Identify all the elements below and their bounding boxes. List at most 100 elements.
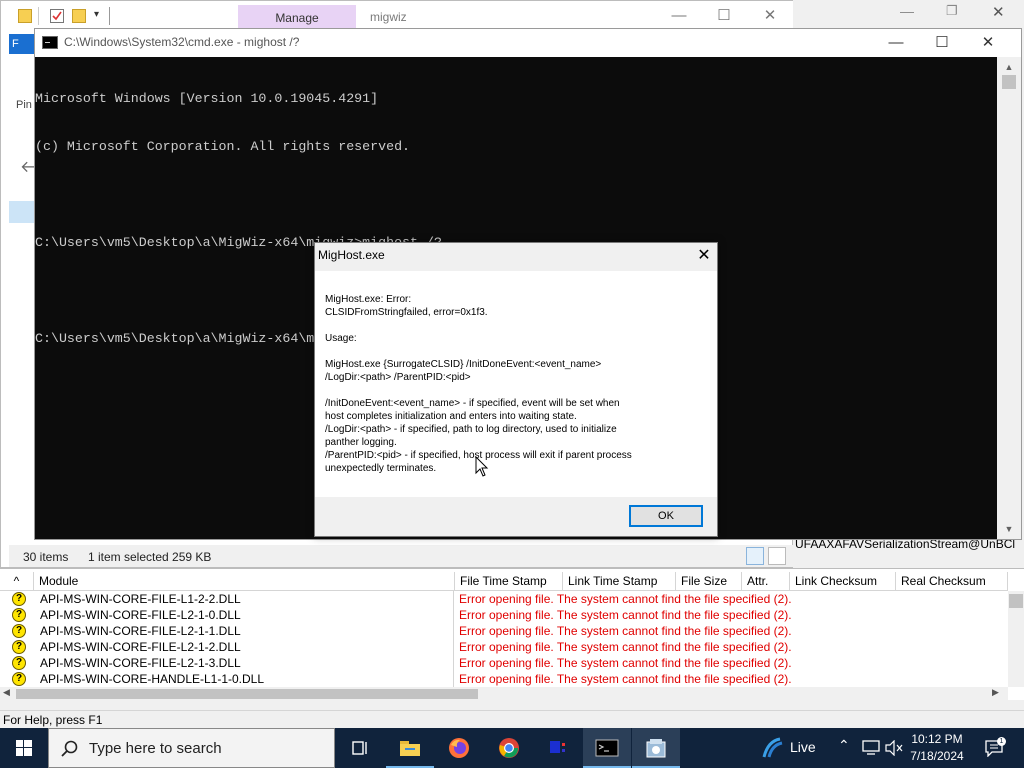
column-header-link-checksum[interactable]: Link Checksum bbox=[790, 572, 896, 591]
scroll-thumb[interactable] bbox=[16, 689, 478, 699]
table-vertical-scrollbar[interactable] bbox=[1008, 591, 1024, 687]
close-button[interactable]: ✕ bbox=[747, 5, 793, 27]
search-icon bbox=[61, 740, 78, 757]
close-button[interactable]: ✕ bbox=[992, 3, 1005, 21]
error-dialog: MigHost.exe ✕ MigHost.exe: Error: CLSIDF… bbox=[314, 242, 718, 537]
unknown-module-icon: ? bbox=[12, 624, 26, 638]
notification-count-badge: 1 bbox=[997, 737, 1006, 746]
status-bar: For Help, press F1 bbox=[0, 710, 1024, 728]
cmd-taskbar-button[interactable] bbox=[583, 728, 631, 768]
scroll-right-arrow-icon[interactable]: ▶ bbox=[992, 687, 999, 698]
scroll-thumb[interactable] bbox=[1002, 75, 1016, 89]
folder-icon[interactable] bbox=[18, 9, 32, 23]
error-message: Error opening file. The system cannot fi… bbox=[459, 624, 792, 638]
file-explorer-button[interactable] bbox=[386, 728, 434, 768]
large-icons-view-icon[interactable] bbox=[768, 547, 786, 565]
dialog-footer: OK bbox=[315, 497, 717, 536]
minimize-button[interactable]: — bbox=[873, 32, 919, 54]
usage-label: Usage: bbox=[325, 333, 357, 344]
cmd-icon bbox=[42, 36, 58, 49]
dependency-walker-button[interactable] bbox=[632, 728, 680, 768]
task-view-button[interactable] bbox=[336, 728, 384, 768]
table-row[interactable]: ? API-MS-WIN-CORE-FILE-L2-1-0.DLL bbox=[0, 607, 453, 623]
close-button[interactable]: ✕ bbox=[965, 32, 1011, 54]
items-count: 30 items bbox=[23, 550, 69, 564]
dialog-close-button[interactable]: ✕ bbox=[692, 245, 716, 267]
table-row[interactable]: ? API-MS-WIN-CORE-HANDLE-L1-1-0.DLL bbox=[0, 671, 453, 687]
option-line: unexpectedly terminates. bbox=[325, 463, 437, 474]
chrome-icon bbox=[499, 738, 519, 758]
firefox-button[interactable] bbox=[435, 728, 483, 768]
cmd-titlebar: C:\Windows\System32\cmd.exe - mighost /?… bbox=[35, 29, 1021, 57]
table-row[interactable]: Error opening file. The system cannot fi… bbox=[455, 639, 1008, 655]
column-header-file-size[interactable]: File Size bbox=[676, 572, 742, 591]
option-line: host completes initialization and enters… bbox=[325, 411, 577, 422]
column-header-real-checksum[interactable]: Real Checksum bbox=[896, 572, 1008, 591]
table-row[interactable]: ? API-MS-WIN-CORE-FILE-L2-1-1.DLL bbox=[0, 623, 453, 639]
taskbar: Type here to search Live ⌃ 10:12 PM 7/18… bbox=[0, 728, 1024, 768]
pin-label[interactable]: Pin bbox=[16, 99, 32, 111]
start-button[interactable] bbox=[0, 728, 48, 768]
option-line: /ParentPID:<pid> - if specified, host pr… bbox=[325, 450, 632, 461]
minimize-button[interactable]: — bbox=[656, 5, 702, 27]
module-name: API-MS-WIN-CORE-FILE-L1-2-2.DLL bbox=[40, 592, 241, 606]
column-header-link-time-stamp[interactable]: Link Time Stamp bbox=[563, 572, 676, 591]
properties-icon[interactable] bbox=[50, 9, 64, 23]
table-row[interactable]: ? API-MS-WIN-CORE-FILE-L2-1-2.DLL bbox=[0, 639, 453, 655]
maximize-button[interactable]: ☐ bbox=[701, 5, 747, 27]
error-message: Error opening file. The system cannot fi… bbox=[459, 608, 792, 622]
live-weather-icon[interactable] bbox=[760, 737, 784, 759]
module-name: API-MS-WIN-CORE-FILE-L2-1-0.DLL bbox=[40, 608, 241, 622]
clock-date[interactable]: 7/18/2024 bbox=[907, 749, 967, 763]
unknown-module-icon: ? bbox=[12, 672, 26, 686]
new-folder-icon[interactable] bbox=[72, 9, 86, 23]
table-row[interactable]: ? API-MS-WIN-CORE-FILE-L1-2-2.DLL bbox=[0, 591, 453, 607]
column-header-file-time-stamp[interactable]: File Time Stamp bbox=[455, 572, 563, 591]
selected-item-highlight[interactable] bbox=[9, 201, 35, 223]
customize-toolbar-icon[interactable]: ▾ bbox=[94, 9, 99, 20]
volume-muted-icon[interactable] bbox=[885, 740, 903, 756]
table-row[interactable]: ? API-MS-WIN-CORE-FILE-L2-1-3.DLL bbox=[0, 655, 453, 671]
table-row[interactable]: Error opening file. The system cannot fi… bbox=[455, 623, 1008, 639]
table-row[interactable]: Error opening file. The system cannot fi… bbox=[455, 607, 1008, 623]
details-view-icon[interactable] bbox=[746, 547, 764, 565]
scroll-thumb[interactable] bbox=[1009, 594, 1023, 608]
table-row[interactable]: Error opening file. The system cannot fi… bbox=[455, 655, 1008, 671]
file-explorer-icon bbox=[400, 741, 420, 756]
error-column: Error opening file. The system cannot fi… bbox=[455, 591, 1008, 687]
search-placeholder: Type here to search bbox=[89, 740, 222, 757]
error-line: CLSIDFromStringfailed, error=0x1f3. bbox=[325, 307, 488, 318]
unknown-module-icon: ? bbox=[12, 608, 26, 622]
column-header-module[interactable]: Module bbox=[34, 572, 455, 591]
unknown-module-icon: ? bbox=[12, 592, 26, 606]
console-line: (c) Microsoft Corporation. All rights re… bbox=[35, 139, 411, 154]
live-label[interactable]: Live bbox=[790, 739, 816, 755]
column-header-attr[interactable]: Attr. bbox=[742, 572, 790, 591]
divider bbox=[109, 7, 110, 25]
clock-time[interactable]: 10:12 PM bbox=[907, 732, 967, 746]
chrome-button[interactable] bbox=[485, 728, 533, 768]
minimize-button[interactable]: — bbox=[900, 3, 914, 19]
view-toggle bbox=[744, 547, 788, 565]
search-box[interactable]: Type here to search bbox=[48, 728, 335, 768]
explorer-title: migwiz bbox=[370, 10, 407, 24]
scroll-up-arrow-icon[interactable]: ▲ bbox=[1003, 61, 1015, 73]
app-button[interactable] bbox=[534, 728, 582, 768]
table-row[interactable]: Error opening file. The system cannot fi… bbox=[455, 591, 1008, 607]
maximize-button[interactable]: ☐ bbox=[919, 32, 965, 54]
dependency-pane: ^ Module File Time Stamp Link Time Stamp… bbox=[0, 568, 1024, 701]
network-icon[interactable] bbox=[862, 740, 880, 756]
column-header-sort[interactable]: ^ bbox=[0, 572, 34, 591]
show-hidden-icons-icon[interactable]: ⌃ bbox=[838, 737, 850, 754]
scroll-left-arrow-icon[interactable]: ◀ bbox=[3, 687, 10, 698]
restore-button[interactable]: ❐ bbox=[946, 3, 958, 19]
table-horizontal-scrollbar[interactable]: ◀ ▶ bbox=[0, 687, 1008, 701]
explorer-titlebar: ▾ Manage migwiz — ☐ ✕ bbox=[1, 1, 794, 31]
option-line: panther logging. bbox=[325, 437, 397, 448]
table-row[interactable]: Error opening file. The system cannot fi… bbox=[455, 671, 1008, 687]
ok-button[interactable]: OK bbox=[629, 505, 703, 527]
scroll-down-arrow-icon[interactable]: ▼ bbox=[1003, 523, 1015, 535]
module-column: ? API-MS-WIN-CORE-FILE-L1-2-2.DLL ? API-MS… bbox=[0, 591, 454, 687]
console-scrollbar[interactable]: ▲ ▼ bbox=[997, 57, 1021, 539]
